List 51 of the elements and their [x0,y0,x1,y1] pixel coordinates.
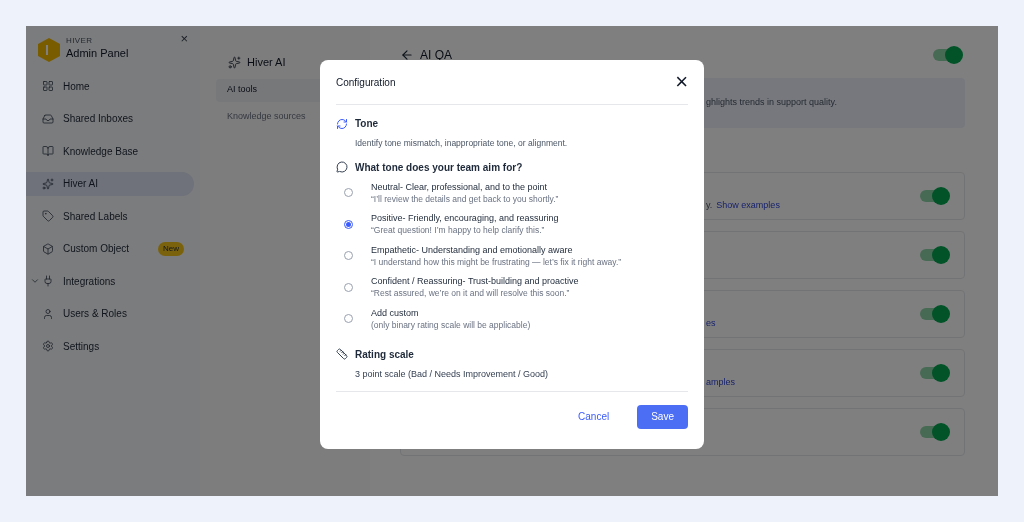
option-hint: (only binary rating scale will be applicable) [371,318,531,331]
sidebar-item[interactable]: Settings [26,334,194,358]
option-hint: “I’ll review the details and get back to you shortly.” [371,192,559,205]
sidebar-item[interactable]: Users & Roles [26,301,194,326]
option-hint: “Rest assured, we’re on it and will resolve this soon.” [371,287,571,300]
section-title: Hiver AI [247,55,286,70]
rating-scale-text: 3 point scale (Bad / Needs Improvement / Good) [355,367,550,381]
show-examples-link[interactable]: es [706,317,716,331]
section-title: Rating scale [355,347,414,362]
inbox-icon [42,112,54,125]
ruler-icon [336,348,348,361]
sidebar-item[interactable]: Shared Labels [26,204,194,228]
question-text: What tone does your team aim for? [355,160,523,175]
section-description: Identify tone mismatch, inappropriate tone, or alignment. [355,137,569,150]
option-label: Positive- Friendly, encouraging, and reassuring [371,212,559,225]
plug-icon [42,275,54,287]
refresh-icon [336,117,348,130]
save-button[interactable]: Save [637,404,688,429]
card-text: y. [706,199,713,213]
option-label: Add custom [371,306,420,319]
brand-name: HIVER [66,36,94,46]
option-label: Empathetic- Understanding and emotionally aware [371,243,574,256]
logo-icon [38,38,60,62]
sidebar-item[interactable]: Knowledge Base [26,139,194,163]
sidebar-item[interactable]: Custom Object New [26,236,194,261]
section-title: Tone [355,117,379,131]
sidebar-item[interactable]: Home [26,74,194,98]
show-examples-link[interactable]: amples [706,376,735,390]
settings-icon [42,340,54,352]
option-label: Neutral- Clear, professional, and to the point [371,180,549,193]
close-button[interactable]: × [180,34,188,44]
sparkle-icon [228,55,241,69]
sidebar-item[interactable]: Hiver AI [26,171,194,196]
panel-title: Admin Panel [66,46,129,60]
close-button[interactable]: × [675,72,688,92]
option-hint: “I understand how this might be frustrating — let’s fix it right away.” [371,255,622,268]
grid-icon [42,80,54,92]
cube-icon [42,242,54,255]
cancel-button[interactable]: Cancel [566,403,622,431]
book-icon [42,145,54,157]
show-examples-link[interactable]: Show examples [716,199,780,213]
option-label: Confident / Reassuring- Trust-building and proactive [371,275,579,288]
new-badge: New [158,241,184,256]
option-hint: “Great question! I’m happy to help clarify this.” [371,224,546,237]
tag-icon [42,210,54,222]
sidebar-item[interactable]: Integrations [26,269,194,293]
chat-icon [336,161,348,174]
sparkle-icon [42,177,54,190]
chevron-icon[interactable] [30,276,40,286]
user-icon [42,307,54,320]
sidebar-item[interactable]: Shared Inboxes [26,106,194,131]
